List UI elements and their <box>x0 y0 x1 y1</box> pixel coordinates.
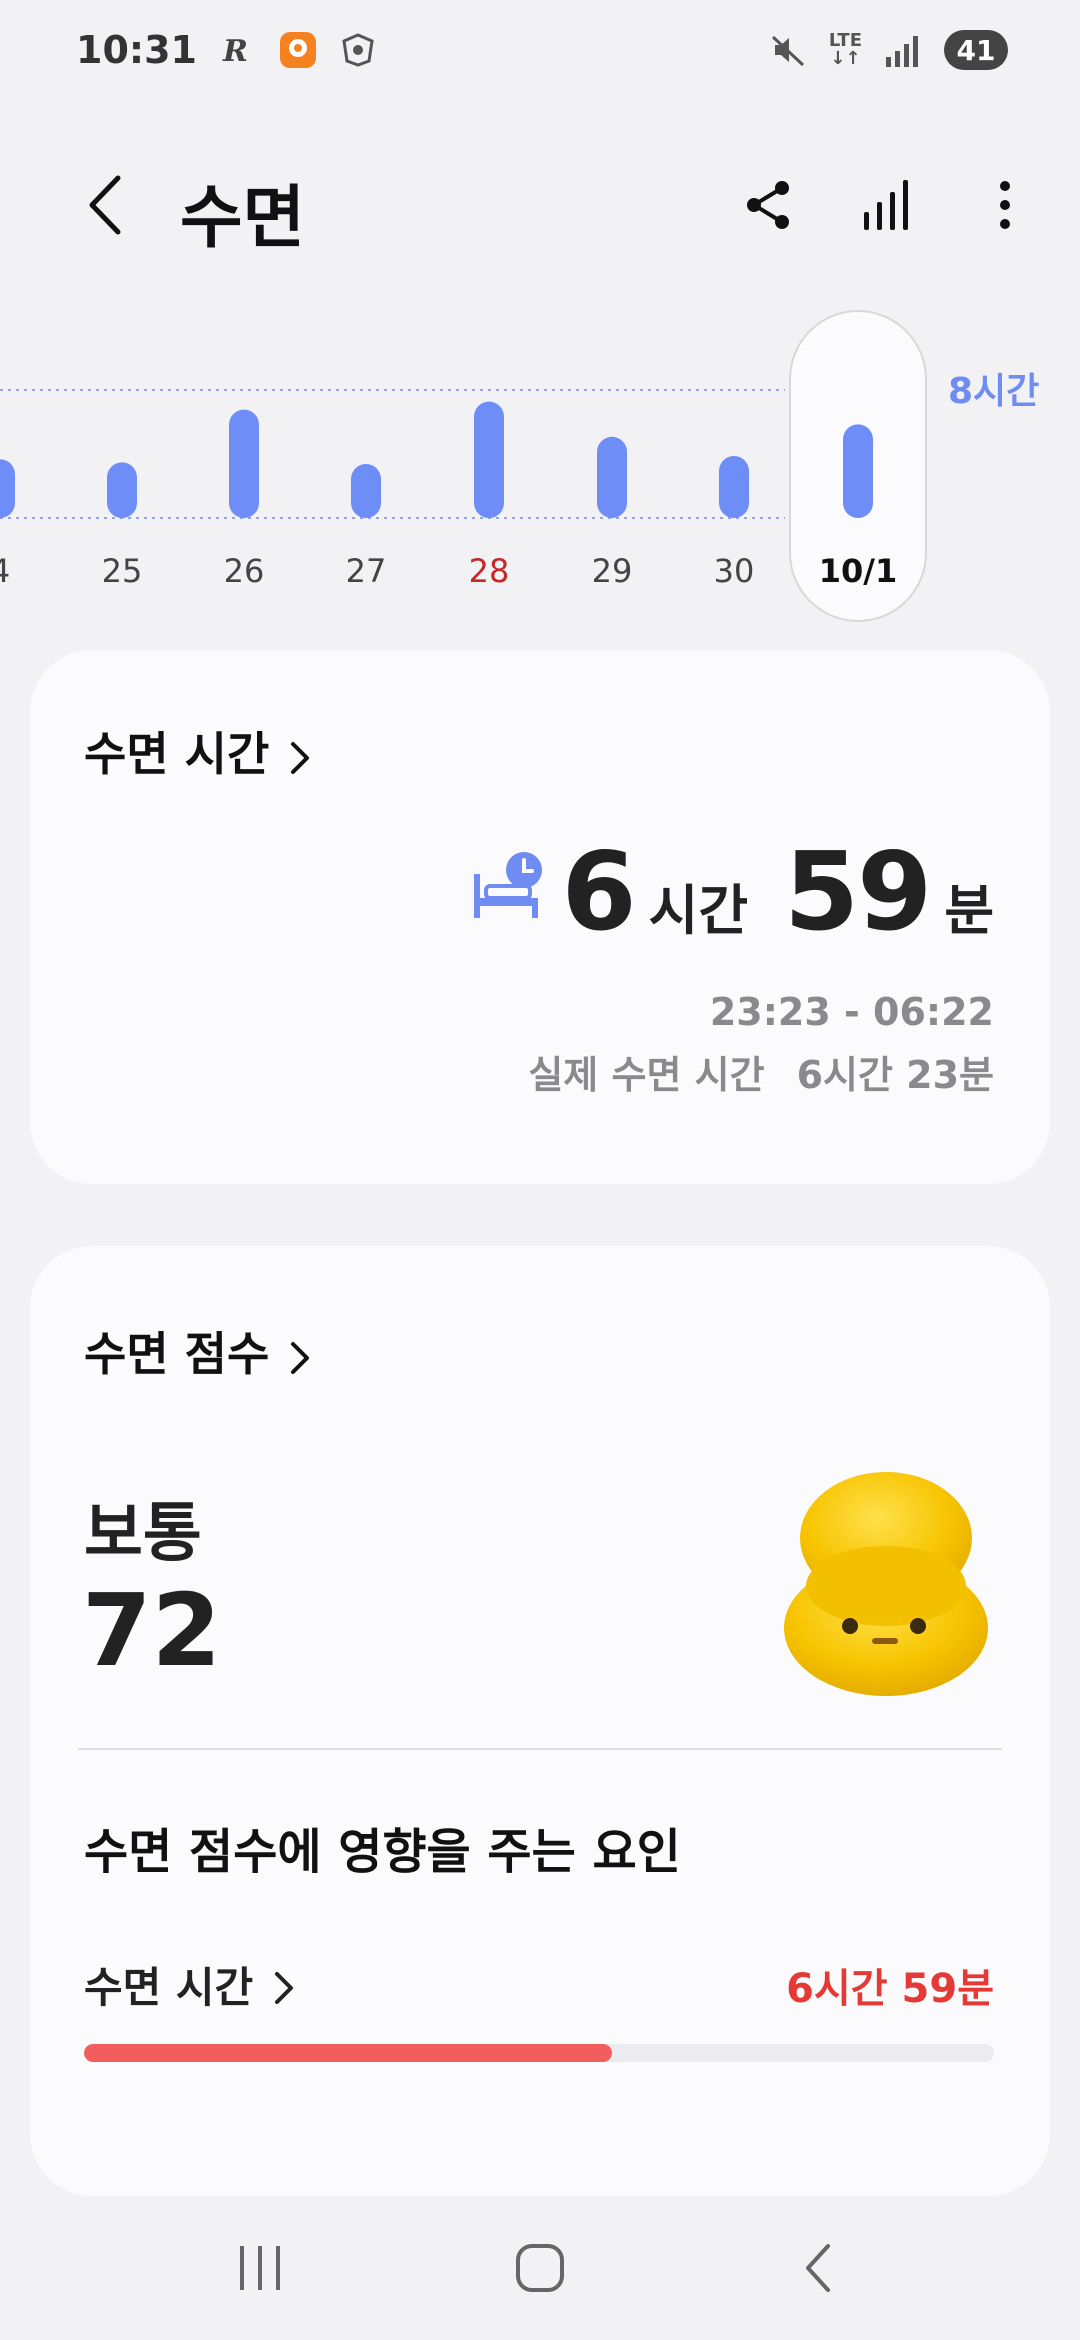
chevron-right-icon <box>271 1967 297 2004</box>
divider <box>78 1748 1002 1750</box>
chart-bar-26[interactable] <box>229 409 259 518</box>
status-right: LTE ↓↑ 41 <box>769 30 1008 70</box>
actual-sleep-row: 실제 수면 시간 6시간 23분 <box>528 1044 994 1099</box>
mute-icon <box>769 31 807 69</box>
day-label[interactable]: 28 <box>449 552 529 590</box>
factor-progress-fill <box>84 2044 612 2062</box>
day-label[interactable]: 10/1 <box>818 552 898 590</box>
sleep-duration: 6 시간 59 분 <box>561 830 994 955</box>
sleep-time-title-label: 수면 시간 <box>84 727 270 781</box>
sleep-minutes-unit: 분 <box>944 879 994 942</box>
sleep-score-title[interactable]: 수면 점수 <box>84 1318 313 1384</box>
chart-bar-30[interactable] <box>719 456 749 518</box>
day-label[interactable]: 30 <box>694 552 774 590</box>
day-label[interactable]: 29 <box>572 552 652 590</box>
signal-icon <box>884 31 922 69</box>
actual-sleep-label: 실제 수면 시간 <box>528 1053 765 1097</box>
battery-indicator: 41 <box>944 30 1008 70</box>
recents-icon[interactable] <box>215 2223 305 2313</box>
app-bar: 수면 <box>0 150 1080 260</box>
sleep-time-range: 23:23 - 06:22 <box>709 990 994 1034</box>
network-type: LTE ↓↑ <box>828 30 862 69</box>
home-icon[interactable] <box>495 2223 585 2313</box>
r-notification-icon: R <box>219 31 257 69</box>
more-icon[interactable] <box>970 170 1040 240</box>
chevron-right-icon <box>287 733 313 774</box>
factor-value: 6시간 59분 <box>786 1965 994 2012</box>
sleep-minutes: 59 <box>784 830 932 955</box>
factors-title: 수면 점수에 영향을 주는 요인 <box>84 1824 681 1880</box>
chart-bar-27[interactable] <box>351 464 381 518</box>
day-label[interactable]: 25 <box>82 552 162 590</box>
chart-bar-29[interactable] <box>597 436 627 518</box>
sleep-time-card[interactable]: 수면 시간 6 시간 59 분 23:23 - 06:22 실제 수면 시간 6… <box>30 650 1050 1184</box>
status-bar: 10:31 R LTE ↓↑ 41 <box>0 0 1080 100</box>
chart-bar-4[interactable] <box>0 459 15 518</box>
emblem-notification-icon <box>339 31 377 69</box>
score-rating: 보통 <box>84 1497 202 1571</box>
day-label[interactable]: 27 <box>326 552 406 590</box>
stats-icon[interactable] <box>852 170 922 240</box>
header-actions <box>734 170 1040 240</box>
share-icon[interactable] <box>734 170 804 240</box>
score-value: 72 <box>82 1572 222 1689</box>
status-left: 10:31 R <box>76 28 377 72</box>
status-time: 10:31 <box>76 28 197 72</box>
factor-progress-bar <box>84 2044 994 2062</box>
chart-bar-28[interactable] <box>474 401 504 518</box>
sleep-score-card[interactable]: 수면 점수 보통 72 수면 점수에 영향을 주는 요인 수면 시간 6시간 5… <box>30 1246 1050 2196</box>
factor-name: 수면 시간 <box>84 1954 297 2015</box>
goal-label: 8시간 <box>948 371 1040 412</box>
sleep-time-title[interactable]: 수면 시간 <box>84 718 313 784</box>
factor-row-sleep-time[interactable]: 수면 시간 6시간 59분 <box>84 1954 994 2015</box>
page-title: 수면 <box>180 179 306 258</box>
chart-bar-10-1[interactable] <box>843 424 873 518</box>
chart-bars <box>0 389 873 519</box>
actual-sleep-value: 6시간 23분 <box>796 1053 994 1097</box>
bed-clock-icon <box>466 846 546 926</box>
sleep-hours: 6 <box>561 830 636 955</box>
factor-name-label: 수면 시간 <box>84 1963 254 2012</box>
back-nav-icon[interactable] <box>775 2223 865 2313</box>
app-notification-icon <box>279 31 317 69</box>
chevron-right-icon <box>287 1333 313 1374</box>
sleep-chart[interactable]: 8시간 4 25 26 27 28 29 30 10/1 <box>0 300 1080 640</box>
svg-text:R: R <box>222 34 248 69</box>
sleep-score-title-label: 수면 점수 <box>84 1327 270 1381</box>
day-label[interactable]: 26 <box>204 552 284 590</box>
system-nav-bar <box>0 2196 1080 2340</box>
fluffy-mascot-icon <box>780 1468 992 1698</box>
sleep-hours-unit: 시간 <box>648 879 749 942</box>
back-icon[interactable] <box>78 170 138 240</box>
chart-bar-25[interactable] <box>107 462 137 518</box>
day-label[interactable]: 4 <box>0 552 40 590</box>
